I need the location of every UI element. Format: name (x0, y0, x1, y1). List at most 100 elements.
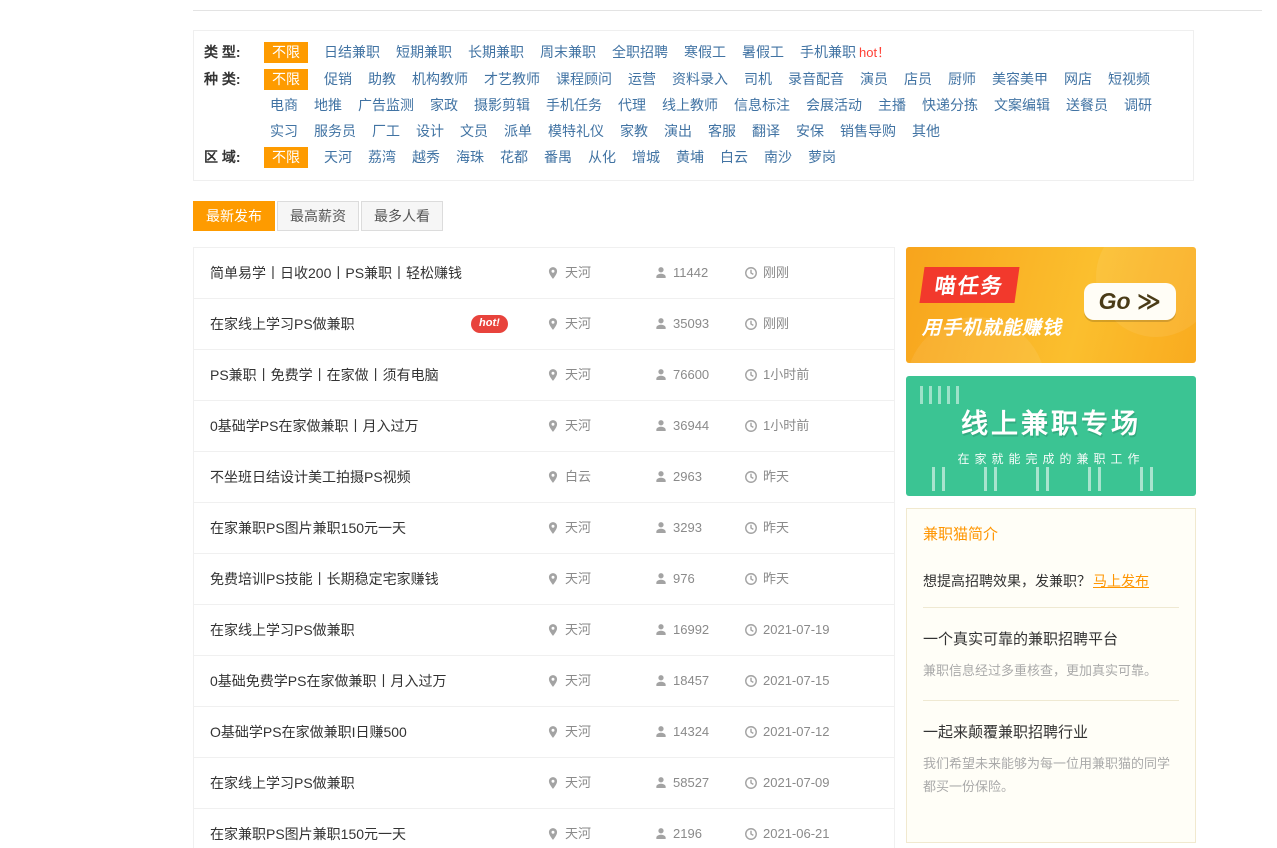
filter-option[interactable]: 番禺 (544, 144, 572, 170)
job-time: 2021-07-19 (744, 605, 830, 655)
filter-option[interactable]: 其他 (912, 118, 940, 144)
job-row[interactable]: 在家兼职PS图片兼职150元一天天河21962021-06-21 (194, 809, 894, 848)
filter-option[interactable]: 机构教师 (412, 66, 468, 92)
filter-options: 不限天河荔湾越秀海珠花都番禺从化增城黄埔白云南沙萝岗 (262, 144, 1185, 170)
filter-option[interactable]: 运营 (628, 66, 656, 92)
filter-option[interactable]: 客服 (708, 118, 736, 144)
filter-option[interactable]: 设计 (416, 118, 444, 144)
sort-tab[interactable]: 最新发布 (193, 201, 275, 231)
filter-option[interactable]: 主播 (878, 92, 906, 118)
online-jobs-banner[interactable]: 线上兼职专场 在家就能完成的兼职工作 (906, 376, 1196, 496)
job-row[interactable]: 免费培训PS技能丨长期稳定宅家赚钱天河976昨天 (194, 554, 894, 605)
job-row[interactable]: 在家线上学习PS做兼职hot!天河35093刚刚 (194, 299, 894, 350)
filter-option[interactable]: 代理 (618, 92, 646, 118)
filter-option[interactable]: 花都 (500, 144, 528, 170)
filter-option[interactable]: 销售导购 (840, 118, 896, 144)
filter-option[interactable]: 家教 (620, 118, 648, 144)
filter-option[interactable]: 短期兼职 (396, 39, 452, 65)
filter-option[interactable]: 安保 (796, 118, 824, 144)
filter-option[interactable]: 助教 (368, 66, 396, 92)
filter-option[interactable]: 文员 (460, 118, 488, 144)
filter-option[interactable]: 海珠 (456, 144, 484, 170)
person-icon (654, 266, 668, 280)
filter-option[interactable]: 线上教师 (662, 92, 718, 118)
filter-option[interactable]: 派单 (504, 118, 532, 144)
filter-option[interactable]: 短视频 (1108, 66, 1150, 92)
filter-option[interactable]: 全职招聘 (612, 39, 668, 65)
filter-option[interactable]: 广告监测 (358, 92, 414, 118)
filter-option[interactable]: 才艺教师 (484, 66, 540, 92)
filter-option[interactable]: 寒假工 (684, 39, 726, 65)
filter-option[interactable]: 司机 (744, 66, 772, 92)
filter-option[interactable]: 天河 (324, 144, 352, 170)
filter-option[interactable]: 美容美甲 (992, 66, 1048, 92)
filter-option[interactable]: 日结兼职 (324, 39, 380, 65)
sort-tab[interactable]: 最高薪资 (277, 201, 359, 231)
filter-option[interactable]: 地推 (314, 92, 342, 118)
filter-option[interactable]: 送餐员 (1066, 92, 1108, 118)
person-icon (654, 419, 668, 433)
filter-option[interactable]: 越秀 (412, 144, 440, 170)
filter-row: 类 型:不限日结兼职短期兼职长期兼职周末兼职全职招聘寒假工暑假工手机兼职hot！ (202, 39, 1185, 66)
filter-option[interactable]: 从化 (588, 144, 616, 170)
filter-option[interactable]: 网店 (1064, 66, 1092, 92)
sort-tab[interactable]: 最多人看 (361, 201, 443, 231)
filter-option[interactable]: 南沙 (764, 144, 792, 170)
post-job-link[interactable]: 马上发布 (1093, 573, 1149, 589)
job-row[interactable]: 0基础学PS在家做兼职丨月入过万天河369441小时前 (194, 401, 894, 452)
filter-option[interactable]: 周末兼职 (540, 39, 596, 65)
person-icon (654, 317, 668, 331)
filter-option-selected[interactable]: 不限 (264, 147, 308, 168)
filter-option[interactable]: 演员 (860, 66, 888, 92)
filter-option[interactable]: 录音配音 (788, 66, 844, 92)
filter-option[interactable]: 手机兼职 (800, 39, 856, 65)
job-row[interactable]: 在家兼职PS图片兼职150元一天天河3293昨天 (194, 503, 894, 554)
filter-option[interactable]: 厂工 (372, 118, 400, 144)
filter-option[interactable]: 服务员 (314, 118, 356, 144)
job-views: 14324 (654, 707, 709, 757)
filter-label: 区 域: (202, 144, 262, 170)
filter-option[interactable]: 实习 (270, 118, 298, 144)
filter-option[interactable]: 信息标注 (734, 92, 790, 118)
location-pin-icon (546, 419, 560, 433)
filter-option[interactable]: 长期兼职 (468, 39, 524, 65)
job-location: 天河 (546, 299, 591, 349)
filter-option[interactable]: 会展活动 (806, 92, 862, 118)
filter-option[interactable]: 荔湾 (368, 144, 396, 170)
job-row[interactable]: 0基础免费学PS在家做兼职丨月入过万天河184572021-07-15 (194, 656, 894, 707)
filter-option[interactable]: 家政 (430, 92, 458, 118)
filter-option[interactable]: 黄埔 (676, 144, 704, 170)
filter-option[interactable]: 翻译 (752, 118, 780, 144)
filter-option[interactable]: 促销 (324, 66, 352, 92)
job-row[interactable]: 在家线上学习PS做兼职天河585272021-07-09 (194, 758, 894, 809)
filter-option-selected[interactable]: 不限 (264, 69, 308, 90)
filter-option[interactable]: 手机任务 (546, 92, 602, 118)
filter-option[interactable]: 增城 (632, 144, 660, 170)
filter-option[interactable]: 厨师 (948, 66, 976, 92)
filter-option[interactable]: 摄影剪辑 (474, 92, 530, 118)
filter-option[interactable]: 白云 (720, 144, 748, 170)
go-button[interactable]: Go ≫ (1084, 283, 1176, 320)
filter-option-selected[interactable]: 不限 (264, 42, 308, 63)
filter-option[interactable]: 资料录入 (672, 66, 728, 92)
miao-task-banner[interactable]: 喵任务 用手机就能赚钱 Go ≫ (906, 247, 1196, 363)
filter-option[interactable]: 萝岗 (808, 144, 836, 170)
filter-option[interactable]: 暑假工 (742, 39, 784, 65)
job-row[interactable]: 不坐班日结设计美工拍摄PS视频白云2963昨天 (194, 452, 894, 503)
filter-option[interactable]: 课程顾问 (556, 66, 612, 92)
job-views: 976 (654, 554, 695, 604)
job-row[interactable]: O基础学PS在家做兼职I日赚500天河143242021-07-12 (194, 707, 894, 758)
intro-items: 一个真实可靠的兼职招聘平台兼职信息经过多重核查，更加真实可靠。一起来颠覆兼职招聘… (923, 608, 1179, 816)
job-row[interactable]: PS兼职丨免费学丨在家做丨须有电脑天河766001小时前 (194, 350, 894, 401)
job-location: 天河 (546, 503, 591, 553)
filter-option[interactable]: 调研 (1124, 92, 1152, 118)
job-row[interactable]: 简单易学丨日收200丨PS兼职丨轻松赚钱天河11442刚刚 (194, 248, 894, 299)
filter-option[interactable]: 店员 (904, 66, 932, 92)
job-time: 2021-07-12 (744, 707, 830, 757)
filter-option[interactable]: 模特礼仪 (548, 118, 604, 144)
filter-option[interactable]: 文案编辑 (994, 92, 1050, 118)
filter-option[interactable]: 快递分拣 (922, 92, 978, 118)
filter-option[interactable]: 电商 (270, 92, 298, 118)
filter-option[interactable]: 演出 (664, 118, 692, 144)
job-row[interactable]: 在家线上学习PS做兼职天河169922021-07-19 (194, 605, 894, 656)
